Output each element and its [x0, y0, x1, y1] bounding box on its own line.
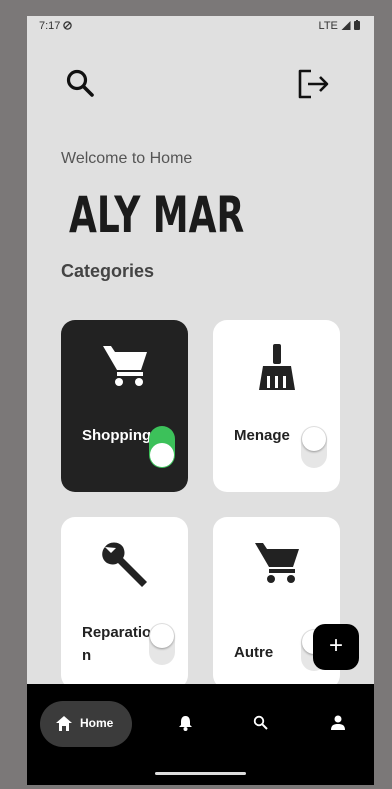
- person-icon: [331, 715, 345, 730]
- toggle-knob: [150, 443, 174, 467]
- nav-item-notifications[interactable]: [178, 715, 193, 736]
- logout-button[interactable]: [297, 68, 331, 105]
- welcome-text: Welcome to Home: [61, 150, 193, 167]
- cart-icon: [61, 342, 188, 393]
- dnd-icon: [63, 21, 73, 30]
- search-button[interactable]: [65, 68, 95, 103]
- search-icon: [253, 715, 268, 730]
- logout-icon: [298, 69, 329, 99]
- bell-icon: [179, 716, 192, 731]
- search-icon: [66, 69, 94, 97]
- bottom-nav: Home: [27, 684, 374, 785]
- category-toggle[interactable]: [301, 426, 327, 468]
- status-bar: 7:17 LTE: [27, 16, 374, 38]
- categories-title: Categories: [61, 261, 155, 281]
- nav-home-label: Home: [80, 716, 114, 730]
- network-type: LTE: [318, 20, 338, 32]
- cart-icon: [213, 539, 340, 590]
- category-label: Autre: [234, 644, 274, 661]
- category-label: Shopping: [82, 427, 152, 444]
- broom-icon: [213, 342, 340, 397]
- status-time: 7:17: [39, 20, 73, 32]
- nav-item-search[interactable]: [253, 715, 268, 735]
- category-label: Reparation: [82, 624, 152, 664]
- status-time-text: 7:17: [39, 20, 61, 32]
- battery-icon: [354, 20, 360, 30]
- home-indicator: [155, 772, 246, 775]
- wrench-icon: [61, 539, 188, 596]
- status-right: LTE: [319, 20, 360, 32]
- category-toggle[interactable]: [149, 426, 175, 468]
- category-toggle[interactable]: [149, 623, 175, 665]
- home-icon: [56, 716, 72, 731]
- phone-screen: 7:17 LTE Welcome to Home ALY MAR Categor…: [27, 16, 374, 785]
- signal-icon: [341, 21, 351, 30]
- category-card-reparation[interactable]: Reparation: [61, 517, 188, 689]
- category-card-shopping[interactable]: Shopping: [61, 320, 188, 492]
- nav-item-home[interactable]: Home: [40, 701, 132, 747]
- toggle-knob: [302, 427, 326, 451]
- user-name: ALY MAR: [69, 186, 245, 244]
- nav-item-profile[interactable]: [331, 715, 345, 735]
- category-card-menage[interactable]: Menage: [213, 320, 340, 492]
- add-button[interactable]: +: [313, 624, 359, 670]
- category-label: Menage: [234, 427, 290, 444]
- toggle-knob: [150, 624, 174, 648]
